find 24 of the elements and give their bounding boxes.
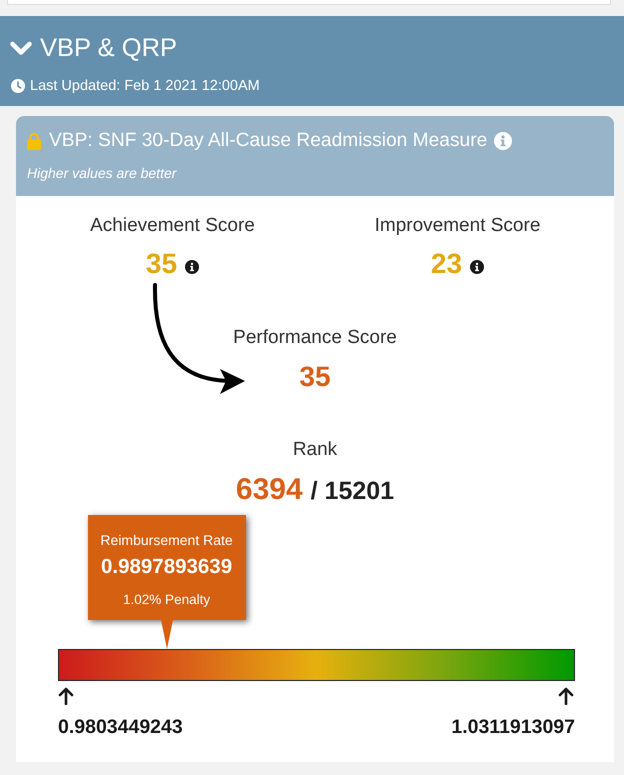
chevron-icon[interactable] <box>10 40 32 56</box>
rank-value: 6394 <box>236 473 303 507</box>
score-value: 23 <box>430 248 462 280</box>
penalty-text: 1.02% Penalty <box>123 591 210 609</box>
score-label: Achievement Score <box>90 214 255 238</box>
tooltip-label: Reimbursement Rate <box>100 531 233 549</box>
rate-value: 0.9897893639 <box>101 555 232 579</box>
score-label: Improvement Score <box>374 214 540 238</box>
card-title: VBP: SNF 30-Day All-Cause Readmission Measure <box>49 129 488 153</box>
rank-total: / 15201 <box>310 476 394 507</box>
last-updated-text: Last Updated: Feb 1 2021 12:00AM <box>30 77 260 95</box>
info-icon[interactable] <box>185 260 200 274</box>
card-subtitle: Higher values are better <box>27 164 176 182</box>
rank-label: Rank <box>292 438 338 462</box>
up-arrow-icon <box>558 687 574 705</box>
info-icon[interactable] <box>470 260 484 274</box>
performance-label: Performance Score <box>233 326 397 350</box>
scale-min-value: 0.9803449243 <box>58 716 183 738</box>
scale-max-value: 1.0311913097 <box>451 716 575 738</box>
performance-value: 35 <box>299 361 331 393</box>
up-arrow-icon <box>58 687 74 705</box>
score-value: 35 <box>146 248 178 280</box>
clock-icon <box>11 79 25 93</box>
section-title: VBP & QRP <box>40 33 178 64</box>
